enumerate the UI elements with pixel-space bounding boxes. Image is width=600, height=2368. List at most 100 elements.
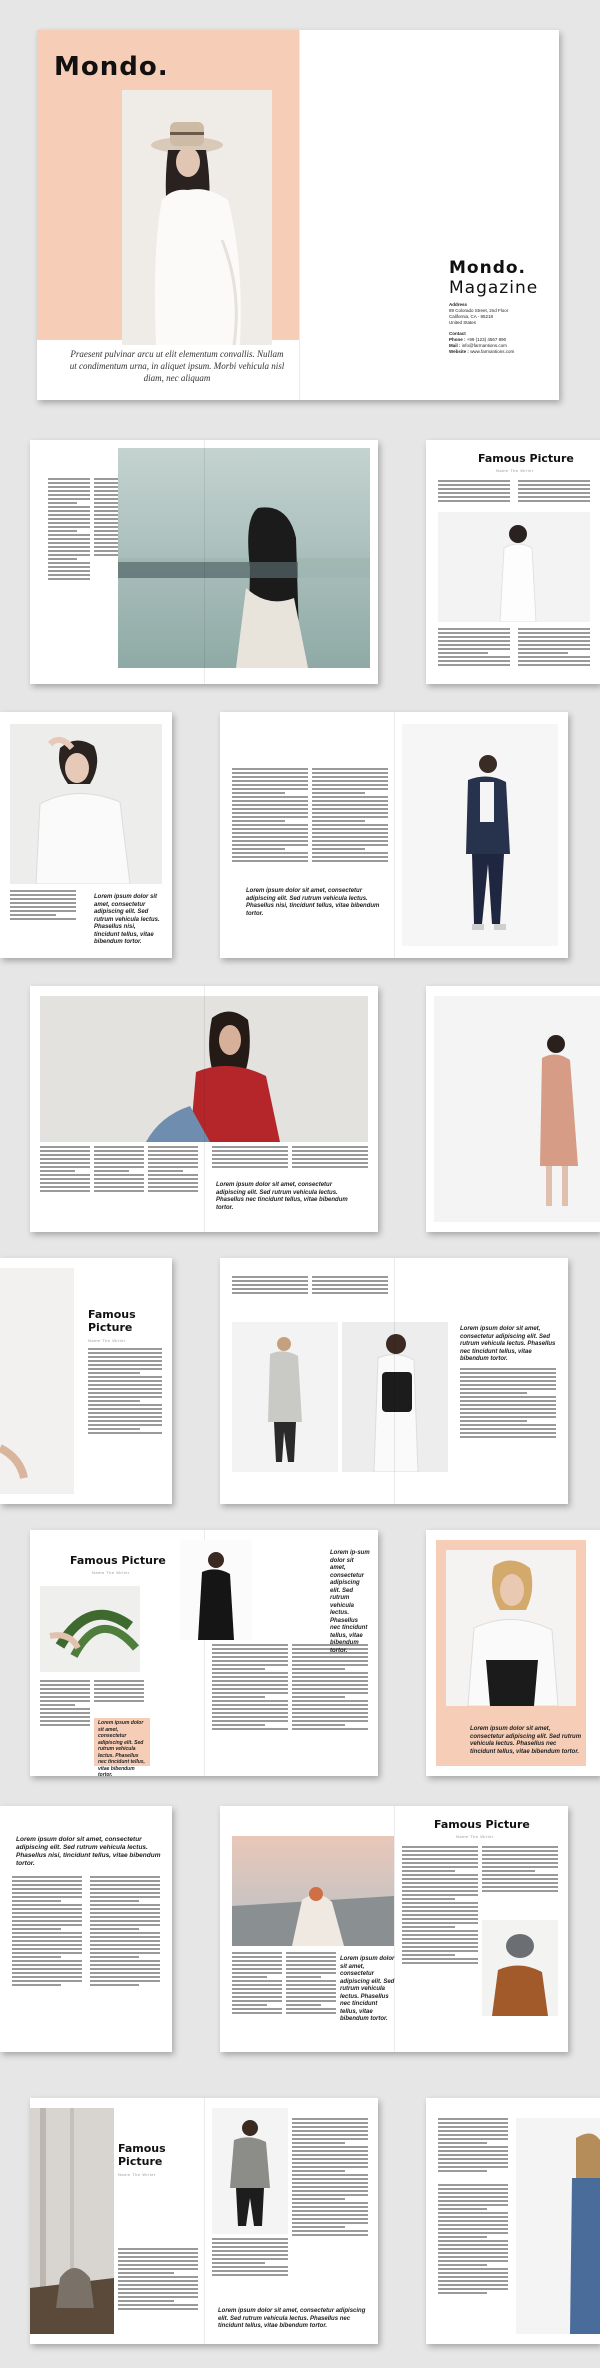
text-line — [212, 2266, 288, 2268]
text-line — [402, 1898, 456, 1900]
text-line — [438, 2204, 508, 2206]
text-line — [90, 1952, 160, 1954]
text-line — [292, 1672, 368, 1674]
pull-quote: Lorem ipsum dolor sit amet, consectetur … — [246, 888, 380, 917]
body-text-column — [232, 768, 308, 864]
text-line — [460, 1428, 556, 1430]
text-line — [438, 2284, 508, 2286]
pull-quote: Lorem ipsum dolor sit amet, consectetur … — [470, 1726, 582, 1755]
text-line — [94, 1186, 144, 1188]
text-line — [232, 800, 308, 802]
heading-picture-word: Picture — [118, 2155, 163, 2168]
text-line — [232, 860, 308, 862]
text-line — [88, 1368, 162, 1370]
text-line — [292, 2178, 368, 2180]
text-line — [438, 2166, 508, 2168]
body-text-column — [312, 768, 388, 864]
text-line — [292, 1716, 368, 1718]
text-line — [212, 2262, 266, 2264]
text-line — [212, 1668, 266, 1670]
text-line — [482, 1870, 536, 1872]
text-line — [12, 1920, 82, 1922]
text-line — [402, 1914, 478, 1916]
body-text-column — [212, 1644, 288, 1732]
text-line — [212, 2258, 288, 2260]
text-line — [118, 2304, 198, 2306]
text-line — [312, 832, 388, 834]
body-text-column — [10, 890, 76, 922]
text-line — [312, 804, 388, 806]
text-line — [232, 2000, 282, 2002]
text-line — [292, 2226, 346, 2228]
text-line — [90, 1956, 139, 1958]
text-line — [518, 636, 590, 638]
text-line — [518, 628, 590, 630]
text-line — [90, 1936, 160, 1938]
text-line — [482, 1866, 558, 1868]
text-line — [460, 1404, 556, 1406]
page-famous-picture-2: Famous Picture Name The Writer — [0, 1258, 172, 1504]
text-line — [438, 660, 510, 662]
text-line — [212, 1166, 288, 1168]
text-line — [482, 1890, 558, 1892]
text-line — [292, 1700, 368, 1702]
text-line — [12, 1984, 61, 1986]
blonde-portrait-photo — [446, 1550, 576, 1706]
text-line — [94, 1166, 144, 1168]
pull-quote-vertical: Lorem ip-sum dolor sit amet, consectetur… — [330, 1550, 370, 1654]
text-line — [48, 506, 90, 508]
text-line — [312, 788, 388, 790]
text-line — [212, 1158, 288, 1160]
text-line — [40, 1700, 90, 1702]
text-line — [12, 1980, 82, 1982]
text-line — [292, 2162, 368, 2164]
text-line — [402, 1882, 478, 1884]
text-line — [482, 1886, 558, 1888]
text-line — [40, 1158, 90, 1160]
text-line — [438, 2232, 508, 2234]
text-line — [438, 636, 510, 638]
text-line — [438, 2196, 508, 2198]
text-line — [286, 2000, 336, 2002]
text-line — [312, 780, 388, 782]
text-line — [88, 1348, 162, 1350]
text-line — [48, 510, 90, 512]
text-line — [402, 1950, 478, 1952]
text-line — [232, 1284, 308, 1286]
forest-photo — [30, 2108, 114, 2334]
text-line — [312, 840, 388, 842]
text-line — [438, 2208, 487, 2210]
text-line — [40, 1182, 90, 1184]
text-line — [518, 664, 590, 666]
text-line — [90, 1920, 160, 1922]
text-line — [232, 1984, 282, 1986]
pull-quote: Lorem ipsum dolor sit amet, consectetur … — [16, 1836, 161, 1867]
text-line — [40, 1704, 75, 1706]
pink-dress-photo — [434, 996, 600, 1222]
text-line — [94, 1154, 144, 1156]
text-line — [212, 2246, 288, 2248]
text-line — [212, 1688, 288, 1690]
text-line — [40, 1724, 90, 1726]
text-line — [292, 2210, 368, 2212]
text-line — [402, 1938, 478, 1940]
text-line — [212, 1684, 288, 1686]
text-line — [292, 1692, 368, 1694]
text-line — [232, 1964, 282, 1966]
text-line — [94, 1190, 144, 1192]
text-line — [438, 2248, 508, 2250]
text-line — [90, 1924, 160, 1926]
body-text-column — [518, 628, 590, 668]
body-text-column — [118, 2248, 198, 2312]
text-line — [460, 1400, 556, 1402]
text-line — [90, 1900, 139, 1902]
text-line — [438, 2150, 508, 2152]
text-line — [438, 2138, 508, 2140]
body-text-column — [292, 2118, 368, 2238]
pull-quote: Lorem ipsum dolor sit amet, consectetur … — [340, 1956, 395, 2022]
text-line — [438, 496, 510, 498]
text-line — [438, 2130, 508, 2132]
text-line — [438, 2154, 508, 2156]
text-line — [212, 2238, 288, 2240]
text-line — [402, 1862, 478, 1864]
